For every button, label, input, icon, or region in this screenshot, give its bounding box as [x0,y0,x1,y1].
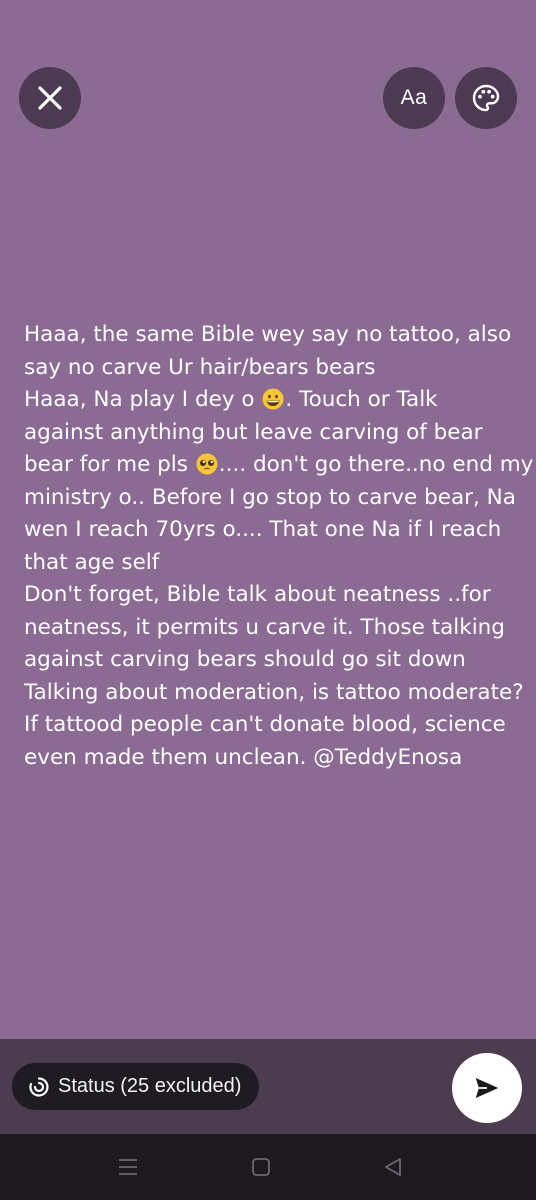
status-line: Talking about moderation, is tattoo mode… [24,679,524,705]
status-audience-chip[interactable]: Status (25 excluded) [12,1063,260,1110]
pleading-face-emoji [196,453,218,475]
status-line-segment: bear for me pls [24,452,188,477]
status-line: against anything but leave carving of be… [24,419,483,445]
grinning-face-emoji [262,388,284,410]
back-button[interactable] [380,1154,406,1180]
status-line: neatness, it permits u carve it. Those t… [24,614,505,640]
home-icon [252,1158,270,1176]
home-button[interactable] [248,1154,274,1180]
status-line: Don't forget, Bible talk about neatness … [24,582,491,607]
recent-apps-icon [119,1159,137,1175]
status-line-with-emoji: bear for me pls .... don't go there..no … [24,449,533,482]
send-icon [475,1078,499,1098]
background-color-button[interactable] [455,67,517,129]
back-icon [385,1158,401,1176]
status-line-segment: .... don't go there..no end my [218,452,534,477]
status-line: against carving bears should go sit down [24,647,466,672]
status-line-segment: Haaa, Na play I dey o [24,387,255,412]
recent-apps-button[interactable] [115,1154,141,1180]
status-line: say no carve Ur hair/bears bears [24,354,376,380]
status-line: Haaa, the same Bible wey say no tattoo, … [24,322,512,347]
status-line: wen I reach 70yrs o.... That one Na if I… [24,517,502,542]
status-line: even made them unclean. @TeddyEnosa [24,744,463,770]
close-icon [38,86,62,110]
status-audience-label: Status (25 excluded) [58,1075,242,1097]
status-line: that age self [24,549,160,575]
status-line: ministry o.. Before I go stop to carve b… [24,484,516,510]
status-line-segment: . Touch or Talk [285,387,438,412]
status-ring-icon [29,1076,49,1097]
status-composer-screen: Aa Haaa, the same Bible wey say no tatto… [0,0,536,1200]
font-style-button[interactable]: Aa [383,67,445,129]
send-button[interactable] [452,1053,522,1123]
system-navigation-bar [0,1134,536,1200]
palette-icon [472,84,500,112]
font-style-label: Aa [400,86,428,109]
status-text-input[interactable]: Haaa, the same Bible wey say no tattoo, … [24,319,533,774]
status-line-with-emoji: Haaa, Na play I dey o . Touch or Talk [24,384,514,417]
status-line: If tattood people can't donate blood, sc… [24,712,506,737]
close-button[interactable] [19,67,81,129]
